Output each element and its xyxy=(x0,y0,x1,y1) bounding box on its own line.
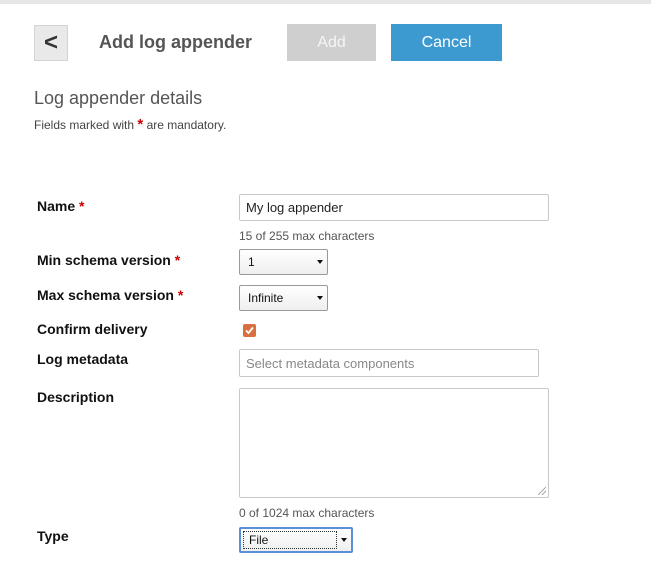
add-button[interactable]: Add xyxy=(287,24,376,61)
max-schema-label: Max schema version * xyxy=(37,287,183,303)
description-textarea[interactable] xyxy=(239,388,549,498)
max-schema-value: Infinite xyxy=(248,291,284,305)
section-title: Log appender details xyxy=(34,88,203,108)
name-label: Name * xyxy=(37,198,84,214)
note-suffix: are mandatory. xyxy=(146,118,227,132)
dropdown-arrow-icon xyxy=(317,260,323,264)
required-star: * xyxy=(177,287,184,303)
resize-grip-icon[interactable] xyxy=(538,487,546,495)
min-schema-select[interactable]: 1 xyxy=(239,249,328,275)
log-metadata-placeholder: Select metadata components xyxy=(246,355,415,371)
max-schema-select[interactable]: Infinite xyxy=(239,285,328,311)
required-star: * xyxy=(137,116,144,133)
dropdown-arrow-icon xyxy=(341,538,347,542)
min-schema-value: 1 xyxy=(248,255,255,269)
back-button[interactable]: < xyxy=(34,25,68,61)
name-input[interactable]: My log appender xyxy=(239,194,549,221)
log-metadata-input[interactable]: Select metadata components xyxy=(239,349,539,377)
confirm-delivery-checkbox[interactable] xyxy=(243,324,256,337)
type-label: Type xyxy=(37,528,69,544)
min-schema-label-text: Min schema version xyxy=(37,252,171,268)
page-title: Add log appender xyxy=(99,32,252,52)
checkmark-icon xyxy=(245,326,254,335)
top-divider xyxy=(0,0,651,4)
max-schema-label-text: Max schema version xyxy=(37,287,174,303)
description-char-count: 0 of 1024 max characters xyxy=(239,506,375,520)
description-label: Description xyxy=(37,389,115,405)
min-schema-label: Min schema version * xyxy=(37,252,180,268)
name-char-count: 15 of 255 max characters xyxy=(239,229,375,243)
cancel-button[interactable]: Cancel xyxy=(391,24,502,61)
focus-ring xyxy=(243,531,337,549)
mandatory-note: Fields marked with * are mandatory. xyxy=(34,116,226,133)
dropdown-arrow-icon xyxy=(317,296,323,300)
type-select[interactable]: File xyxy=(239,527,353,553)
confirm-delivery-label: Confirm delivery xyxy=(37,321,148,337)
note-prefix: Fields marked with xyxy=(34,118,135,132)
required-star: * xyxy=(174,252,181,268)
required-star: * xyxy=(79,198,85,214)
log-metadata-label: Log metadata xyxy=(37,351,129,367)
name-label-text: Name xyxy=(37,198,76,214)
name-input-value: My log appender xyxy=(246,200,343,215)
